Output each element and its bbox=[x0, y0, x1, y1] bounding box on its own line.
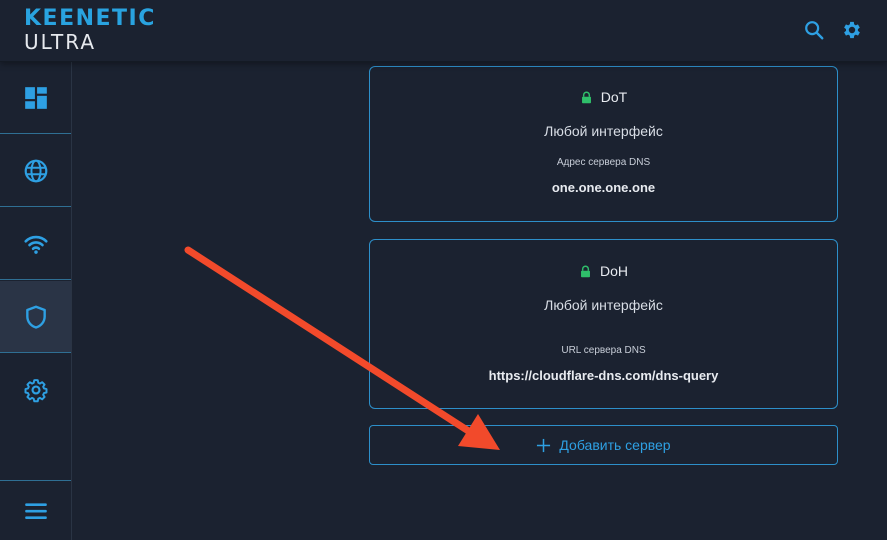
interface-label: Любой интерфейс bbox=[544, 297, 663, 313]
sidebar-item-security[interactable] bbox=[0, 281, 71, 353]
add-server-label: Добавить сервер bbox=[559, 437, 671, 453]
server-address-label: URL сервера DNS bbox=[561, 345, 646, 356]
lock-icon bbox=[581, 265, 590, 277]
sidebar bbox=[0, 62, 72, 540]
sidebar-menu-button[interactable] bbox=[0, 480, 71, 540]
logo-brand: KEENETIC bbox=[24, 6, 156, 31]
protocol-label: DoT bbox=[600, 89, 628, 105]
shield-icon bbox=[25, 305, 46, 329]
sidebar-item-wifi[interactable] bbox=[0, 208, 71, 280]
gear-icon[interactable] bbox=[841, 19, 863, 41]
lock-icon bbox=[581, 91, 591, 103]
logo-model: ULTRA bbox=[24, 30, 97, 54]
add-server-button[interactable]: Добавить сервер bbox=[369, 425, 838, 465]
sidebar-item-dashboard[interactable] bbox=[0, 62, 71, 134]
gear-icon bbox=[24, 379, 47, 403]
server-address-label: Адрес сервера DNS bbox=[556, 157, 651, 168]
interface-label: Любой интерфейс bbox=[544, 123, 663, 139]
keenetic-logo[interactable]: KEENETIC ULTRA bbox=[24, 6, 156, 54]
server-address-value: https://cloudflare-dns.com/dns-query bbox=[488, 368, 719, 383]
plus-icon bbox=[537, 438, 551, 452]
server-address-value: one.one.one.one bbox=[551, 180, 656, 195]
sidebar-item-settings[interactable] bbox=[0, 354, 71, 426]
dns-server-card-dot[interactable]: DoT Любой интерфейс Адрес сервера DNS on… bbox=[369, 66, 838, 222]
protocol-label: DoH bbox=[599, 263, 628, 279]
top-bar: KEENETIC ULTRA bbox=[0, 0, 887, 62]
wifi-icon bbox=[23, 235, 48, 254]
menu-icon bbox=[24, 502, 47, 519]
dns-server-card-doh[interactable]: DoH Любой интерфейс URL сервера DNS http… bbox=[369, 239, 838, 409]
sidebar-item-internet[interactable] bbox=[0, 135, 71, 207]
globe-icon bbox=[24, 159, 47, 182]
search-icon[interactable] bbox=[803, 19, 825, 41]
dashboard-icon bbox=[24, 86, 47, 109]
main-content: DoT Любой интерфейс Адрес сервера DNS on… bbox=[72, 62, 887, 540]
